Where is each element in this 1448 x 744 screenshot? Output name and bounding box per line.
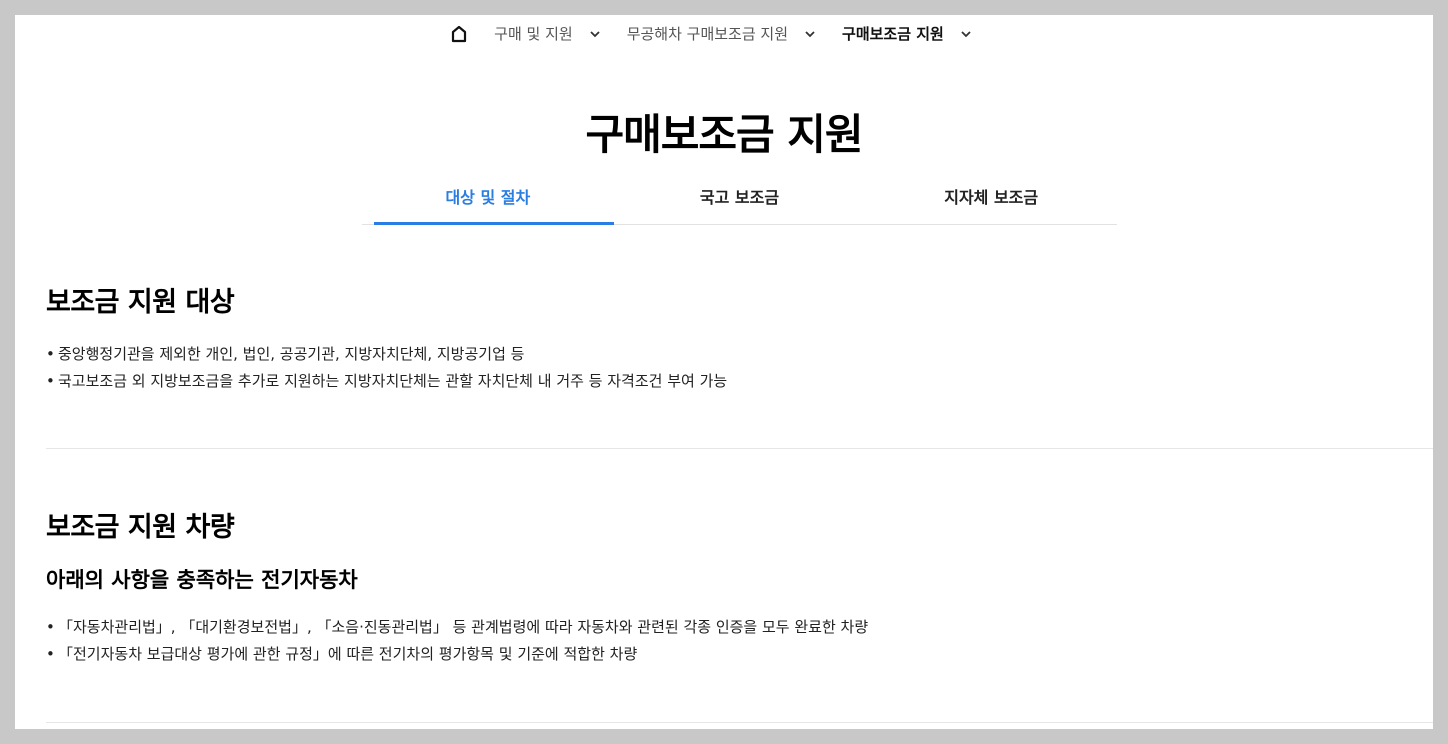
page-title: 구매보조금 지원 [585, 110, 863, 160]
breadcrumb-item-purchase-support[interactable]: 구매 및 지원 [494, 23, 601, 44]
breadcrumb: 구매 및 지원 무공해차 구매보조금 지원 구매보조금 지원 [15, 23, 1433, 44]
section-subsidy-target: 보조금 지원 대상 중앙행정기관을 제외한 개인, 법인, 공공기관, 지방자치… [46, 280, 1433, 395]
bullet-list: 중앙행정기관을 제외한 개인, 법인, 공공기관, 지방자치단체, 지방공기업 … [46, 341, 1433, 395]
section-subtitle: 아래의 사항을 충족하는 전기자동차 [46, 568, 358, 592]
tab-national-subsidy[interactable]: 국고 보조금 [614, 175, 866, 224]
section-title: 보조금 지원 대상 [46, 287, 235, 318]
home-icon[interactable] [450, 25, 468, 43]
tab-target-procedure[interactable]: 대상 및 절차 [362, 175, 614, 225]
list-item: 중앙행정기관을 제외한 개인, 법인, 공공기관, 지방자치단체, 지방공기업 … [46, 341, 1433, 368]
list-item: 「자동차관리법」, 「대기환경보전법」, 「소음·진동관리법」 등 관계법령에 … [46, 614, 1433, 641]
breadcrumb-label: 무공해차 구매보조금 지원 [626, 25, 789, 43]
chevron-down-icon[interactable] [960, 28, 972, 40]
chevron-down-icon[interactable] [589, 28, 601, 40]
bullet-list: 「자동차관리법」, 「대기환경보전법」, 「소음·진동관리법」 등 관계법령에 … [46, 614, 1433, 668]
breadcrumb-label: 구매 및 지원 [494, 25, 573, 43]
breadcrumb-label: 구매보조금 지원 [842, 25, 944, 43]
breadcrumb-item-zero-emission-subsidy[interactable]: 무공해차 구매보조금 지원 [627, 23, 816, 44]
divider [46, 448, 1433, 449]
divider [46, 722, 1433, 723]
tab-local-subsidy[interactable]: 지자체 보조금 [865, 175, 1117, 224]
list-item: 국고보조금 외 지방보조금을 추가로 지원하는 지방자치단체는 관할 자치단체 … [46, 368, 1433, 395]
breadcrumb-item-current[interactable]: 구매보조금 지원 [842, 23, 972, 44]
page-frame: 구매 및 지원 무공해차 구매보조금 지원 구매보조금 지원 구매보조금 지원 … [15, 15, 1433, 729]
tab-bar: 대상 및 절차 국고 보조금 지자체 보조금 [362, 175, 1117, 225]
section-title: 보조금 지원 차량 [46, 512, 235, 543]
chevron-down-icon[interactable] [804, 28, 816, 40]
list-item: 「전기자동차 보급대상 평가에 관한 규정」에 따른 전기차의 평가항목 및 기… [46, 641, 1433, 668]
section-subsidy-vehicle: 보조금 지원 차량 아래의 사항을 충족하는 전기자동차 「자동차관리법」, 「… [46, 505, 1433, 668]
